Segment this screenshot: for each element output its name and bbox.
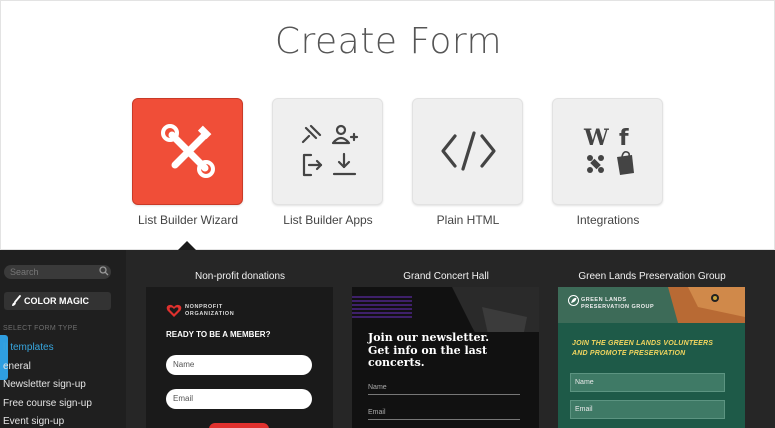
search-input[interactable]: [4, 265, 111, 279]
paintbrush-icon: [12, 295, 21, 306]
concert-heading: Join our newsletter. Get info on the las…: [368, 331, 490, 369]
color-magic-button[interactable]: COLOR MAGIC: [4, 292, 111, 310]
template-title-greenlands: Green Lands Preservation Group: [578, 271, 726, 282]
template-card-nonprofit[interactable]: NONPROFIT ORGANIZATION READY TO BE A MEM…: [146, 287, 333, 428]
template-title-nonprofit: Non-profit donations: [194, 271, 286, 282]
plain-html-tile[interactable]: [412, 98, 523, 205]
category-newsletter-signup[interactable]: Newsletter sign-up: [3, 379, 86, 390]
greenlands-heading: JOIN THE GREEN LANDS VOLUNTEERS AND PROM…: [572, 340, 714, 357]
nonprofit-heading: READY TO BE A MEMBER?: [166, 330, 271, 339]
category-event-signup[interactable]: Event sign-up: [3, 416, 64, 427]
template-gallery: COLOR MAGIC SELECT FORM TYPE ll template…: [0, 250, 775, 428]
integrations-tile[interactable]: W f: [552, 98, 663, 205]
category-general[interactable]: eneral: [3, 361, 31, 372]
code-icon: [441, 131, 496, 171]
create-form-header: Create Form List Builder Wizard List Bui…: [0, 0, 775, 251]
select-form-type-label: SELECT FORM TYPE: [3, 325, 78, 332]
svg-text:W: W: [583, 125, 609, 151]
nonprofit-org-name: NONPROFIT ORGANIZATION: [185, 304, 235, 317]
integrations-label: Integrations: [576, 213, 640, 227]
color-magic-label: COLOR MAGIC: [24, 296, 89, 306]
category-free-course-signup[interactable]: Free course sign-up: [3, 398, 92, 409]
nonprofit-email-field: Email: [166, 389, 312, 409]
svg-text:f: f: [619, 126, 629, 151]
nonprofit-name-field: Name: [166, 355, 312, 375]
concert-email-field: Email: [368, 409, 520, 420]
list-builder-apps-label: List Builder Apps: [283, 213, 373, 227]
heart-icon: [166, 304, 182, 317]
leaf-logo-icon: [568, 295, 579, 306]
apps-icon: [301, 124, 359, 177]
template-card-greenlands[interactable]: GREEN LANDS PRESERVATION GROUP JOIN THE …: [558, 287, 745, 428]
list-builder-wizard-tile[interactable]: [132, 98, 243, 205]
list-builder-apps-tile[interactable]: [272, 98, 383, 205]
greenlands-name-field: Name: [570, 373, 725, 392]
list-builder-wizard-label: List Builder Wizard: [137, 213, 239, 227]
integrations-icon: W f: [583, 125, 634, 175]
nonprofit-submit-button: [209, 423, 269, 428]
search-icon[interactable]: [99, 266, 109, 276]
template-sidebar: COLOR MAGIC SELECT FORM TYPE ll template…: [0, 250, 126, 428]
template-title-concert: Grand Concert Hall: [403, 271, 489, 282]
greenlands-org-name: GREEN LANDS PRESERVATION GROUP: [581, 297, 655, 310]
page-title: Create Form: [274, 21, 503, 62]
plain-html-label: Plain HTML: [436, 213, 500, 227]
concert-name-field: Name: [368, 384, 520, 395]
tools-icon: [161, 124, 215, 178]
concert-background-graphic: [352, 287, 539, 332]
greenlands-email-field: Email: [570, 400, 725, 419]
category-all-templates[interactable]: ll templates: [3, 342, 54, 353]
template-card-concert[interactable]: Join our newsletter. Get info on the las…: [352, 287, 539, 428]
